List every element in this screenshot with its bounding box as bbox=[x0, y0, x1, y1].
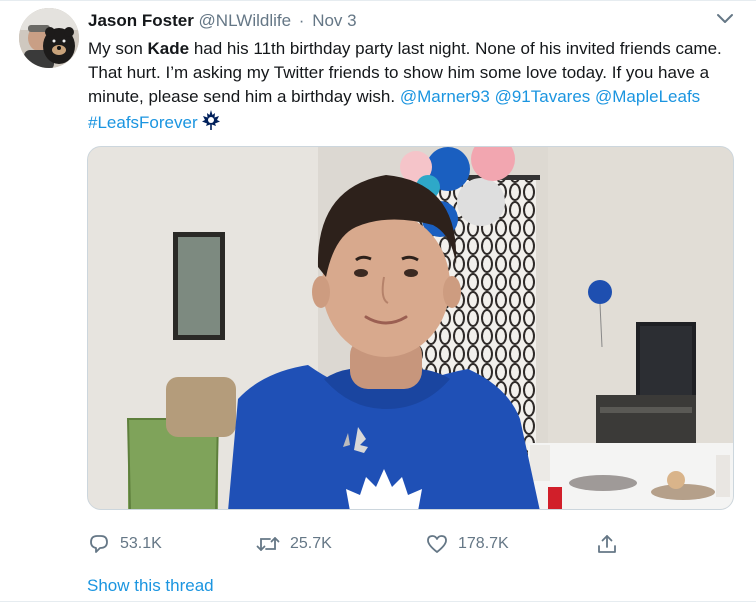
like-count: 178.7K bbox=[458, 535, 509, 552]
handle[interactable]: @NLWildlife bbox=[199, 11, 292, 30]
divider-top bbox=[0, 0, 756, 1]
tweet-text-bold: Kade bbox=[147, 39, 190, 58]
retweet-count: 25.7K bbox=[290, 535, 332, 552]
like-button[interactable]: 178.7K bbox=[426, 531, 509, 557]
display-name[interactable]: Jason Foster bbox=[88, 11, 194, 30]
tweet-actions: 53.1K 25.7K 178.7K bbox=[88, 531, 628, 557]
reply-button[interactable]: 53.1K bbox=[88, 531, 162, 557]
retweet-icon bbox=[256, 537, 280, 551]
chevron-down-icon bbox=[717, 14, 733, 23]
heart-icon bbox=[427, 535, 447, 553]
mention-link[interactable]: @MapleLeafs bbox=[595, 87, 700, 106]
reply-count: 53.1K bbox=[120, 535, 162, 552]
share-icon bbox=[598, 535, 616, 553]
retweet-button[interactable]: 25.7K bbox=[256, 531, 332, 557]
avatar-image bbox=[19, 8, 79, 68]
timestamp[interactable]: Nov 3 bbox=[312, 11, 356, 30]
mention-link[interactable]: @91Tavares bbox=[495, 87, 591, 106]
tweet-photo[interactable] bbox=[87, 146, 734, 510]
tweet-text: My son Kade had his 11th birthday party … bbox=[88, 37, 738, 138]
separator-dot: · bbox=[298, 11, 305, 30]
reply-icon bbox=[90, 535, 108, 553]
mention-link[interactable]: @Marner93 bbox=[400, 87, 490, 106]
more-options-button[interactable] bbox=[716, 12, 734, 26]
show-thread-link[interactable]: Show this thread bbox=[87, 576, 214, 596]
maple-leaf-icon bbox=[200, 109, 222, 138]
tweet-header: Jason Foster @NLWildlife · Nov 3 bbox=[88, 10, 736, 32]
divider-bottom bbox=[0, 601, 756, 602]
hashtag-link[interactable]: #LeafsForever bbox=[88, 113, 198, 132]
avatar[interactable] bbox=[19, 8, 79, 68]
birthday-photo bbox=[88, 147, 733, 509]
tweet[interactable]: Jason Foster @NLWildlife · Nov 3 My son … bbox=[0, 0, 756, 608]
share-button[interactable] bbox=[596, 531, 628, 557]
tweet-text-part: My son bbox=[88, 39, 148, 58]
